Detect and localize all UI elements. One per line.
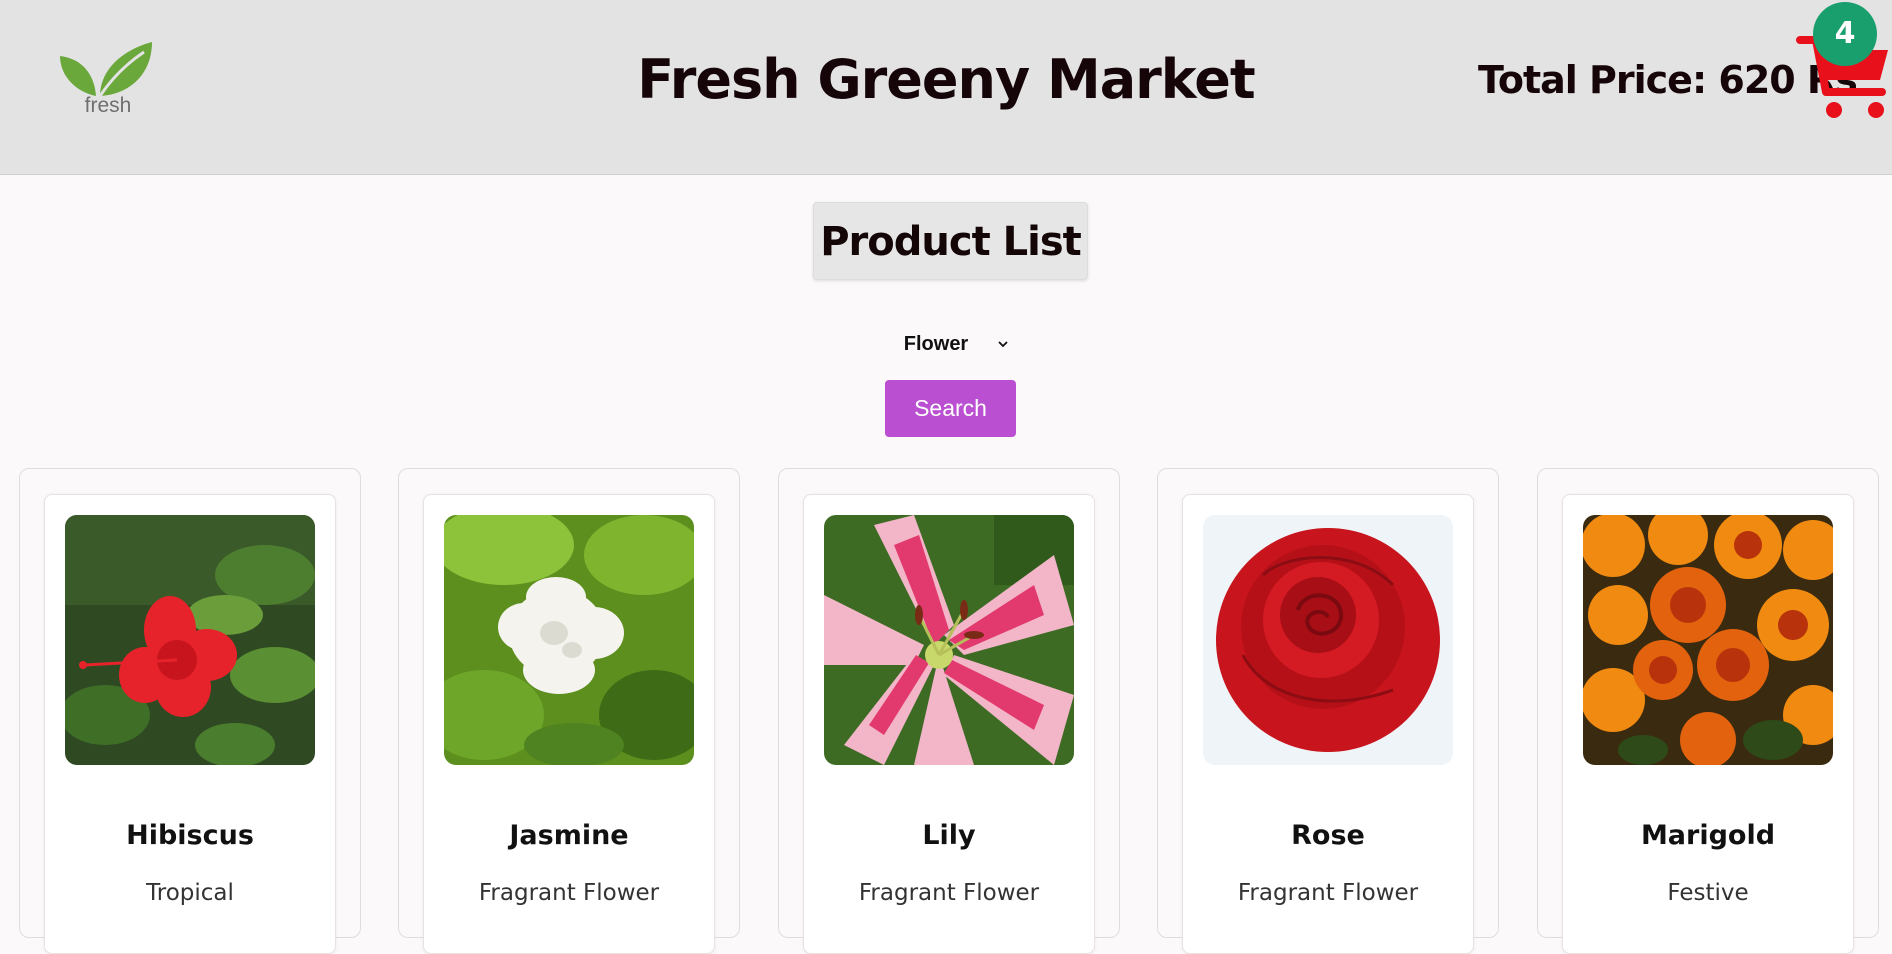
product-card-inner: Marigold Festive	[1562, 494, 1854, 954]
product-description: Tropical	[146, 880, 234, 906]
product-name: Marigold	[1640, 820, 1776, 851]
product-image-lily	[824, 515, 1074, 765]
product-image-rose	[1203, 515, 1453, 765]
product-name: Jasmine	[509, 820, 629, 851]
product-image-jasmine	[444, 515, 694, 765]
product-list-heading: Product List	[813, 202, 1088, 280]
product-name: Rose	[1291, 820, 1365, 851]
product-image-hibiscus	[65, 515, 315, 765]
product-card-inner: Jasmine Fragrant Flower	[423, 494, 715, 954]
product-image-marigold	[1583, 515, 1833, 765]
product-card-inner: Hibiscus Tropical	[44, 494, 336, 954]
product-description: Fragrant Flower	[478, 880, 660, 906]
product-description: Fragrant Flower	[1237, 880, 1419, 906]
product-description: Fragrant Flower	[858, 880, 1040, 906]
product-description: Festive	[1667, 880, 1749, 906]
category-select-value: Flower	[903, 332, 969, 355]
product-card[interactable]: Lily Fragrant Flower	[778, 468, 1120, 954]
product-card-inner: Lily Fragrant Flower	[803, 494, 1095, 954]
product-card[interactable]: Hibiscus Tropical	[19, 468, 361, 954]
search-button[interactable]: Search	[885, 380, 1016, 437]
product-name: Lily	[922, 820, 976, 851]
product-card[interactable]: Jasmine Fragrant Flower	[398, 468, 740, 954]
category-select[interactable]: Flower	[886, 324, 1026, 364]
chevron-down-icon	[998, 341, 1008, 348]
cart-count-badge: 4	[1813, 2, 1877, 66]
product-card-inner: Rose Fragrant Flower	[1182, 494, 1474, 954]
product-name: Hibiscus	[126, 820, 254, 851]
product-card[interactable]: Rose Fragrant Flower	[1157, 468, 1499, 954]
header: fresh Fresh Greeny Market Total Price: 6…	[0, 0, 1892, 175]
product-card[interactable]: Marigold Festive	[1537, 468, 1879, 954]
